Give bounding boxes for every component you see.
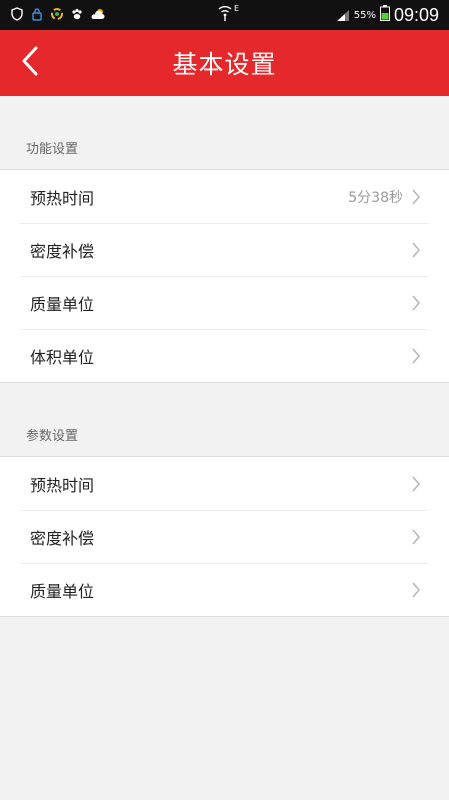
section-header-function: 功能设置 bbox=[26, 142, 79, 157]
row-value: 5分38秒 bbox=[348, 189, 403, 206]
row-label: 密度补偿 bbox=[30, 528, 95, 548]
settings-row-volume-unit[interactable]: 体积单位 bbox=[0, 329, 449, 382]
settings-row-mass-unit-2[interactable]: 质量单位 bbox=[0, 563, 449, 616]
settings-row-density-compensation[interactable]: 密度补偿 bbox=[0, 223, 449, 276]
row-label: 体积单位 bbox=[30, 347, 95, 367]
signal-area: E bbox=[218, 4, 239, 26]
page-title: 基本设置 bbox=[172, 50, 277, 79]
row-label: 预热时间 bbox=[30, 475, 95, 495]
status-bar: E 55% 09:09 bbox=[0, 0, 449, 30]
row-label: 质量单位 bbox=[30, 294, 95, 314]
system-status: 55% 09:09 bbox=[336, 5, 439, 26]
chevron-right-icon bbox=[411, 475, 421, 493]
settings-row-density-compensation-2[interactable]: 密度补偿 bbox=[0, 510, 449, 563]
back-button[interactable] bbox=[14, 46, 46, 80]
weather-icon bbox=[90, 6, 106, 25]
app-header: 基本设置 bbox=[0, 30, 449, 96]
network-type: E bbox=[234, 4, 240, 13]
chevron-right-icon bbox=[411, 528, 421, 546]
settings-row-mass-unit[interactable]: 质量单位 bbox=[0, 276, 449, 329]
settings-content: 功能设置 预热时间 5分38秒 密度补偿 质量单位 体积单位 参数设置 预热时间… bbox=[0, 96, 449, 617]
row-label: 密度补偿 bbox=[30, 241, 95, 261]
settings-group-function: 预热时间 5分38秒 密度补偿 质量单位 体积单位 bbox=[0, 169, 449, 383]
chevron-left-icon bbox=[20, 46, 40, 80]
sync-icon bbox=[50, 6, 64, 25]
row-label: 质量单位 bbox=[30, 581, 95, 601]
signal-strength-icon bbox=[336, 6, 350, 25]
chevron-right-icon bbox=[411, 581, 421, 599]
settings-row-preheat-time-2[interactable]: 预热时间 bbox=[0, 457, 449, 510]
chevron-right-icon bbox=[411, 241, 421, 259]
section-header-parameter: 参数设置 bbox=[26, 429, 79, 444]
settings-group-parameter: 预热时间 密度补偿 质量单位 bbox=[0, 456, 449, 617]
battery-percent: 55% bbox=[353, 9, 376, 21]
clock: 09:09 bbox=[393, 4, 439, 25]
chevron-right-icon bbox=[411, 188, 421, 206]
chevron-right-icon bbox=[411, 347, 421, 365]
paw-icon bbox=[70, 6, 84, 25]
chevron-right-icon bbox=[411, 294, 421, 312]
row-label: 预热时间 bbox=[30, 188, 95, 208]
battery-icon bbox=[379, 5, 390, 25]
lock-icon bbox=[30, 6, 44, 25]
settings-row-preheat-time[interactable]: 预热时间 5分38秒 bbox=[0, 170, 449, 223]
wifi-icon bbox=[218, 4, 232, 26]
notification-icons bbox=[10, 6, 106, 25]
shield-icon bbox=[10, 6, 24, 25]
